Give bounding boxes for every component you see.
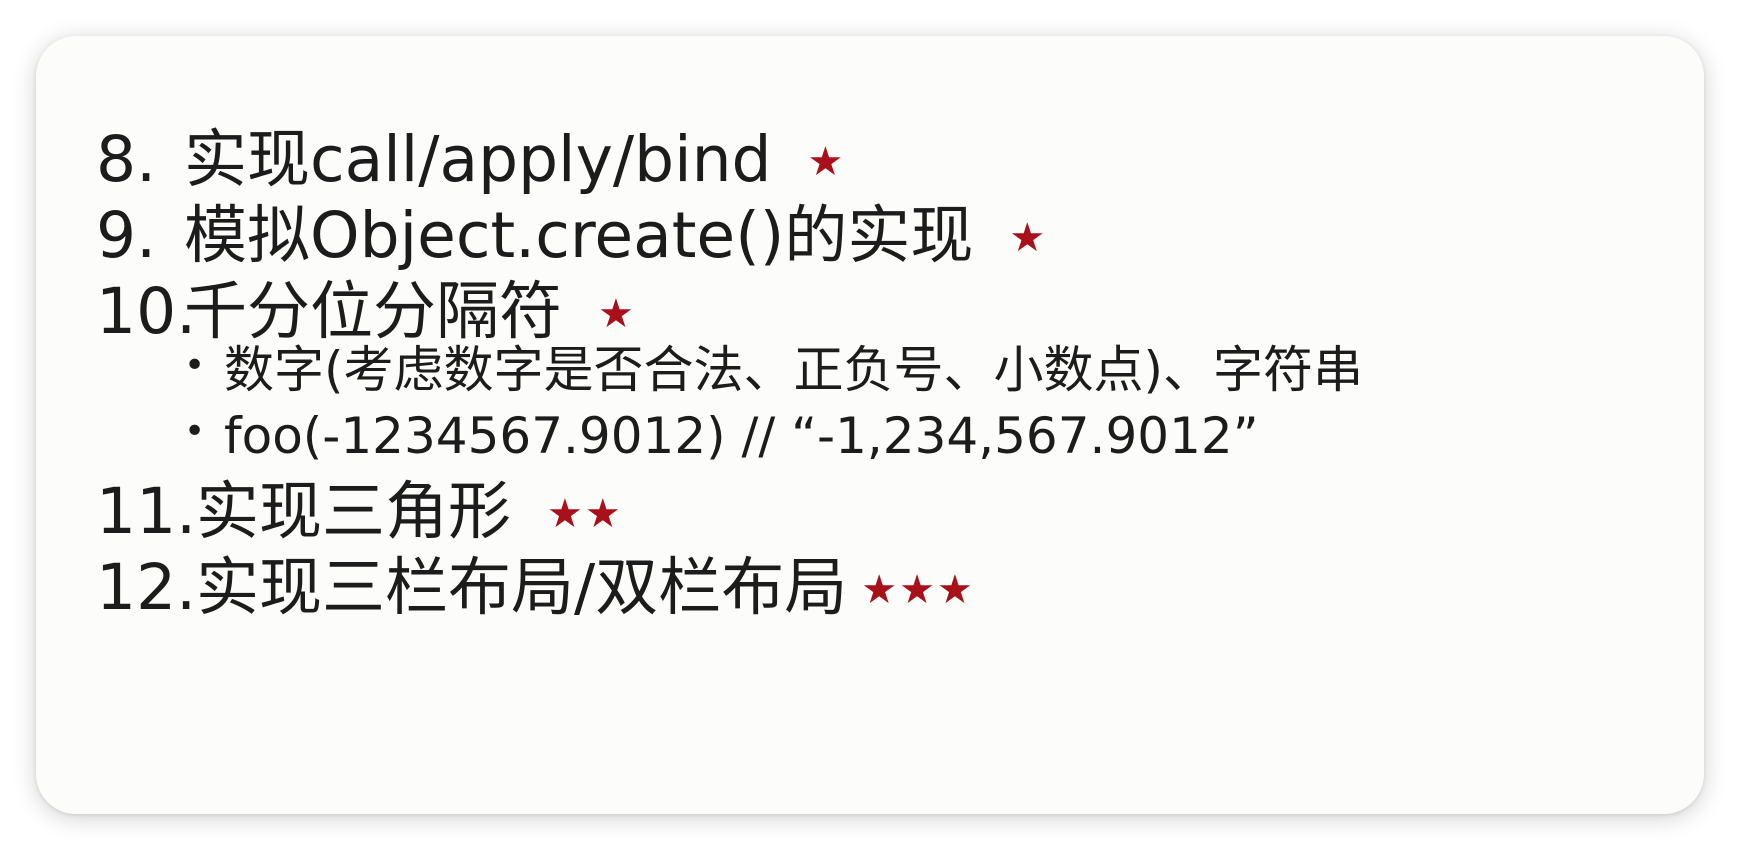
item-text: 实现call/apply/bind	[184, 123, 772, 196]
difficulty-stars: ★	[807, 139, 846, 185]
item-number: 12.	[96, 551, 197, 624]
list-item-9: 9. 模拟Object.create()的实现 ★	[96, 196, 1047, 276]
item-text: 实现三角形	[196, 475, 511, 548]
item-number: 8.	[96, 123, 157, 196]
bullet-icon: •	[184, 345, 206, 386]
item-text: 模拟Object.create()的实现	[184, 199, 974, 272]
list-item-8: 8. 实现call/apply/bind ★	[96, 120, 845, 200]
sub-bullet-2: • foo(-1234567.9012) // “-1,234,567.9012…	[184, 404, 1259, 468]
item-number: 11.	[96, 475, 197, 548]
bullet-icon: •	[184, 411, 206, 452]
item-number: 10.	[96, 275, 197, 348]
slide-card: 8. 实现call/apply/bind ★ 9. 模拟Object.creat…	[36, 36, 1704, 814]
difficulty-stars: ★	[1009, 215, 1048, 261]
list-item-12: 12. 实现三栏布局/双栏布局 ★★★	[96, 548, 975, 628]
list-item-11: 11. 实现三角形 ★★	[96, 472, 623, 552]
item-text: 实现三栏布局/双栏布局	[196, 551, 848, 624]
difficulty-stars: ★★★	[861, 567, 975, 613]
sub-bullet-text: foo(-1234567.9012) // “-1,234,567.9012”	[224, 407, 1259, 465]
sub-bullet-1: • 数字(考虑数字是否合法、正负号、小数点)、字符串	[184, 338, 1363, 402]
sub-bullet-text: 数字(考虑数字是否合法、正负号、小数点)、字符串	[224, 341, 1364, 399]
item-number: 9.	[96, 199, 157, 272]
difficulty-stars: ★★	[547, 491, 623, 537]
